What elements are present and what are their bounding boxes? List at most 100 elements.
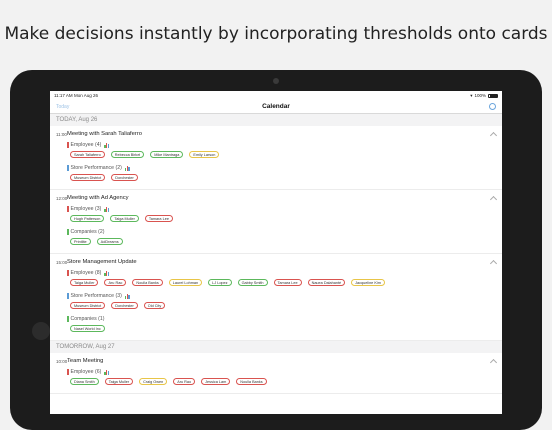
battery-icon (488, 93, 498, 98)
attendee-chip[interactable]: Noulla Banks (132, 279, 163, 286)
settings-icon[interactable] (488, 103, 496, 110)
attendee-chip[interactable]: Laurel Lohman (168, 279, 203, 286)
attendee-chip[interactable]: Museum District (70, 174, 106, 181)
attendee-chip[interactable]: Diana Smith (70, 378, 99, 385)
attendee-chip[interactable]: Gabby Smith (237, 279, 268, 286)
status-date: Mon Aug 26 (73, 93, 98, 98)
day-header: TOMORROW, Aug 27 (50, 341, 502, 353)
attendee-chip[interactable]: Jacqueline Kim (351, 279, 385, 286)
group-label: Employee (6) (67, 368, 502, 376)
chevron-up-icon[interactable] (489, 131, 498, 140)
attendee-chip[interactable]: Taiga Muller (70, 279, 99, 286)
meeting-card[interactable]: 15:00 Store Management Update Employee (8)… (50, 254, 502, 341)
group-label-text: Companies (1) (70, 316, 105, 322)
battery-percent: 100% (474, 93, 486, 98)
attendee-chip[interactable]: Dorchester (111, 302, 138, 309)
attendee-chip[interactable]: Museum District (70, 302, 106, 309)
calendar-list[interactable]: TODAY, Aug 26 11:00 Meeting with Sarah Tal… (50, 114, 502, 394)
attendee-chip[interactable]: Nasel World Inc (70, 325, 105, 332)
camera-icon (273, 78, 279, 84)
attendee-chip[interactable]: Hugh Patterson (70, 215, 105, 222)
attendee-chip[interactable]: Mike Mantraga (150, 151, 184, 158)
group-color-bar (67, 165, 69, 171)
meeting-title: Meeting with Ad Agency (67, 195, 129, 201)
chip-row: Printlite AdDreams (67, 238, 502, 248)
status-time: 11:17 AM (54, 93, 73, 98)
bar-chart-icon[interactable] (104, 270, 110, 276)
group-label-text: Employee (8) (70, 270, 102, 276)
home-button[interactable] (32, 322, 50, 340)
group-color-bar (67, 229, 69, 235)
attendee-chip[interactable]: Nauea Dalahanté (307, 279, 346, 286)
app-screen: 11:17 AM Mon Aug 26 ▾ 100% Today Calenda… (50, 91, 502, 414)
group-color-bar (67, 293, 69, 299)
meeting-title: Team Meeting (67, 358, 104, 364)
attendee-group: Companies (2) Printlite AdDreams (50, 228, 502, 248)
group-label: Store Performance (3) (67, 292, 502, 300)
bar-chart-icon[interactable] (104, 142, 110, 148)
bar-chart-icon[interactable] (104, 206, 110, 212)
meeting-title: Meeting with Sarah Taliaferro (67, 131, 142, 137)
chip-row: Taiga Muller Aru Rao Noulla Banks Laurel Lo… (67, 279, 502, 289)
attendee-group: Employee (8) Taiga Muller Aru Rao Noulla Ba… (50, 269, 502, 289)
attendee-chip[interactable]: Tamara Lee (273, 279, 302, 286)
chip-row: Hugh Patterson Taiga Muller Tamara Lee (67, 215, 502, 225)
attendee-chip[interactable]: Aru Rao (104, 279, 127, 286)
attendee-group: Employee (4) Sarah Taliaferro Rebecca Birk… (50, 141, 502, 161)
chip-row: Nasel World Inc (67, 325, 502, 335)
meeting-card[interactable]: 11:00 Meeting with Sarah Taliaferro Employ… (50, 126, 502, 190)
meeting-header[interactable]: 10:00 Team Meeting (50, 356, 502, 367)
attendee-chip[interactable]: Taiga Muller (110, 215, 139, 222)
attendee-chip[interactable]: Tamara Lee (144, 215, 173, 222)
group-color-bar (67, 369, 69, 375)
meeting-header[interactable]: 15:00 Store Management Update (50, 257, 502, 268)
bar-chart-icon[interactable] (124, 293, 130, 299)
attendee-chip[interactable]: LJ Lopez (208, 279, 232, 286)
meeting-header[interactable]: 12:00 Meeting with Ad Agency (50, 193, 502, 204)
group-label-text: Employee (3) (70, 206, 102, 212)
group-label-text: Store Performance (2) (70, 165, 122, 171)
attendee-chip[interactable]: AdDreams (96, 238, 123, 245)
meeting-time: 15:00 (56, 259, 68, 265)
meeting-title: Store Management Update (67, 259, 137, 265)
chip-row: Museum District Dorchester (67, 174, 502, 184)
group-label: Companies (1) (67, 315, 502, 323)
group-label: Employee (4) (67, 141, 502, 149)
attendee-chip[interactable]: Noulla Banks (236, 378, 267, 385)
day-header: TODAY, Aug 26 (50, 114, 502, 126)
attendee-chip[interactable]: Printlite (70, 238, 91, 245)
meeting-card[interactable]: 10:00 Team Meeting Employee (6) Diana Smith… (50, 353, 502, 394)
attendee-chip[interactable]: Jessica Lam (201, 378, 231, 385)
chevron-up-icon[interactable] (489, 358, 498, 367)
chip-row: Diana Smith Taiga Muller Craig Owen Aru Rao… (67, 378, 502, 388)
meeting-card[interactable]: 12:00 Meeting with Ad Agency Employee (3) H… (50, 190, 502, 254)
attendee-chip[interactable]: Old City (143, 302, 166, 309)
headline: Make decisions instantly by incorporatin… (4, 24, 548, 44)
attendee-chip[interactable]: Craig Owen (139, 378, 168, 385)
attendee-chip[interactable]: Dorchester (111, 174, 138, 181)
attendee-chip[interactable]: Taiga Muller (104, 378, 134, 385)
group-label-text: Store Performance (3) (70, 293, 122, 299)
group-label: Companies (2) (67, 228, 502, 236)
attendee-group: Employee (6) Diana Smith Taiga Muller Craig… (50, 368, 502, 388)
attendee-group: Store Performance (2) Museum District Dorc… (50, 164, 502, 184)
attendee-chip[interactable]: Emily Larson (189, 151, 220, 158)
meeting-time: 12:00 (56, 195, 68, 201)
group-label-text: Companies (2) (70, 229, 105, 235)
attendee-group: Companies (1) Nasel World Inc (50, 315, 502, 335)
chevron-up-icon[interactable] (489, 195, 498, 204)
today-button[interactable]: Today (56, 104, 96, 110)
attendee-chip[interactable]: Rebecca Birkel (110, 151, 145, 158)
group-color-bar (67, 270, 69, 276)
bar-chart-icon[interactable] (124, 165, 130, 171)
group-label: Employee (3) (67, 205, 502, 213)
meeting-time: 10:00 (56, 358, 68, 364)
attendee-chip[interactable]: Aru Rao (173, 378, 196, 385)
status-bar: 11:17 AM Mon Aug 26 ▾ 100% (50, 91, 502, 100)
group-label: Store Performance (2) (67, 164, 502, 172)
meeting-header[interactable]: 11:00 Meeting with Sarah Taliaferro (50, 129, 502, 140)
group-label-text: Employee (6) (70, 369, 102, 375)
bar-chart-icon[interactable] (104, 369, 110, 375)
chevron-up-icon[interactable] (489, 259, 498, 268)
attendee-chip[interactable]: Sarah Taliaferro (70, 151, 105, 158)
